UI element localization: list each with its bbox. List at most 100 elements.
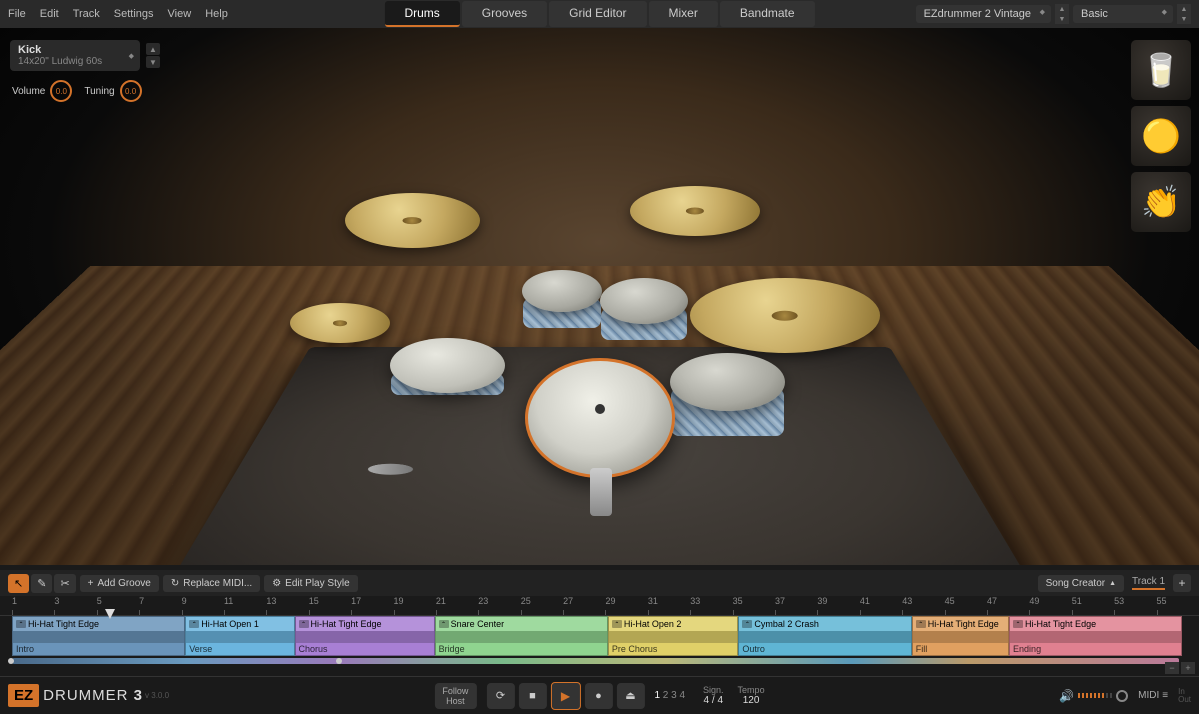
- kick-pedal[interactable]: [590, 468, 612, 516]
- pencil-icon: ✎: [37, 577, 46, 590]
- hi-hat[interactable]: [290, 303, 390, 343]
- master-volume[interactable]: 🔊: [1059, 689, 1128, 703]
- instrument-next-button[interactable]: ▼: [146, 56, 160, 68]
- snare-drum[interactable]: [390, 338, 505, 393]
- tuning-knob[interactable]: 0.0: [120, 80, 142, 102]
- clip-section: Fill: [913, 643, 1008, 655]
- ruler-tick: 29: [605, 596, 647, 615]
- ruler-tick: 47: [987, 596, 1029, 615]
- tempo[interactable]: Tempo 120: [738, 685, 765, 706]
- timeline-ruler[interactable]: 1357911131517192123252729313335373941434…: [0, 596, 1199, 616]
- menu-edit[interactable]: Edit: [40, 8, 59, 20]
- clip-name: Cymbal 2 Crash: [754, 619, 819, 629]
- clip-pre-chorus[interactable]: ⌃Hi-Hat Open 2Pre Chorus: [608, 616, 739, 656]
- clip-name: Hi-Hat Open 1: [201, 619, 259, 629]
- crash-cymbal-2[interactable]: [630, 186, 760, 236]
- pencil-tool[interactable]: ✎: [31, 574, 52, 593]
- edit-play-style-button[interactable]: ⚙Edit Play Style: [264, 575, 357, 592]
- clip-expand-icon: ⌃: [1013, 620, 1023, 628]
- menu-file[interactable]: File: [8, 8, 26, 20]
- clip-midi: [609, 631, 738, 643]
- zoom-in-button[interactable]: +: [1181, 662, 1195, 674]
- instrument-name: Kick: [18, 44, 116, 56]
- minimap-handle-start[interactable]: [8, 658, 14, 664]
- minimap-bar: [12, 658, 1179, 664]
- menu-view[interactable]: View: [168, 8, 192, 20]
- plus-icon: +: [88, 578, 94, 589]
- library-prev-button[interactable]: ▲: [1055, 4, 1069, 14]
- menu-settings[interactable]: Settings: [114, 8, 154, 20]
- scissors-tool[interactable]: ✂: [54, 574, 75, 593]
- preset-dropdown[interactable]: Basic: [1073, 5, 1173, 23]
- tab-grid-editor[interactable]: Grid Editor: [549, 1, 646, 27]
- record-icon: ●: [595, 690, 602, 702]
- ruler-tick: 27: [563, 596, 605, 615]
- ride-cymbal[interactable]: [690, 278, 880, 353]
- page-indicator[interactable]: 1 2 3 4: [654, 690, 685, 701]
- loop-icon: ⟳: [496, 689, 505, 702]
- minimap-handle-end[interactable]: [336, 658, 342, 664]
- clip-chorus[interactable]: ⌃Hi-Hat Tight EdgeChorus: [295, 616, 435, 656]
- tab-mixer[interactable]: Mixer: [649, 1, 718, 27]
- record-button[interactable]: ●: [584, 683, 612, 709]
- clip-verse[interactable]: ⌃Hi-Hat Open 1Verse: [185, 616, 294, 656]
- time-signature[interactable]: Sign. 4 / 4: [703, 685, 724, 706]
- kick-drum[interactable]: [525, 358, 675, 478]
- transport-bar: EZ DRUMMER 3 v 3.0.0 FollowHost ⟳ ■ ▶ ● …: [0, 676, 1199, 714]
- track-name[interactable]: Track 1: [1132, 576, 1165, 590]
- floor-tom[interactable]: [670, 353, 785, 411]
- midi-button[interactable]: MIDI≡: [1138, 690, 1168, 701]
- clip-midi: [436, 631, 607, 643]
- add-track-button[interactable]: +: [1173, 574, 1191, 592]
- instrument-dropdown[interactable]: Kick 14x20" Ludwig 60s: [10, 40, 140, 71]
- metronome-button[interactable]: ⏏: [616, 683, 644, 709]
- menu-track[interactable]: Track: [73, 8, 100, 20]
- shaker-button[interactable]: 🥛: [1131, 40, 1191, 100]
- clip-section: Pre Chorus: [609, 643, 738, 655]
- stop-button[interactable]: ■: [518, 683, 546, 709]
- track-toolbar: ↖ ✎ ✂ +Add Groove ↻Replace MIDI... ⚙Edit…: [0, 570, 1199, 596]
- rack-tom-1[interactable]: [522, 270, 602, 312]
- volume-knob[interactable]: 0.0: [50, 80, 72, 102]
- loop-button[interactable]: ⟳: [486, 683, 514, 709]
- clip-bridge[interactable]: ⌃Snare CenterBridge: [435, 616, 608, 656]
- clip-fill[interactable]: ⌃Hi-Hat Tight EdgeFill: [912, 616, 1009, 656]
- zoom-out-button[interactable]: −: [1165, 662, 1179, 674]
- library-next-button[interactable]: ▼: [1055, 14, 1069, 24]
- crash-cymbal-1[interactable]: [345, 193, 480, 248]
- song-creator-button[interactable]: Song Creator▲: [1038, 575, 1124, 592]
- tuning-label: Tuning: [84, 86, 114, 97]
- preset-prev-button[interactable]: ▲: [1177, 4, 1191, 14]
- clip-intro[interactable]: ⌃Hi-Hat Tight EdgeIntro: [12, 616, 185, 656]
- clip-ending[interactable]: ⌃Hi-Hat Tight EdgeEnding: [1009, 616, 1182, 656]
- hihat-pedal[interactable]: [366, 464, 413, 475]
- library-dropdown[interactable]: EZdrummer 2 Vintage: [916, 5, 1051, 23]
- add-groove-button[interactable]: +Add Groove: [80, 575, 159, 592]
- ruler-tick: 5: [97, 596, 139, 615]
- tab-drums[interactable]: Drums: [384, 1, 459, 27]
- clip-name: Hi-Hat Open 2: [624, 619, 682, 629]
- clip-midi: [1010, 631, 1181, 643]
- clip-expand-icon: ⌃: [916, 620, 926, 628]
- menu-help[interactable]: Help: [205, 8, 228, 20]
- ruler-tick: 39: [817, 596, 859, 615]
- preset-next-button[interactable]: ▼: [1177, 14, 1191, 24]
- replace-midi-button[interactable]: ↻Replace MIDI...: [163, 575, 260, 592]
- tab-grooves[interactable]: Grooves: [462, 1, 547, 27]
- clip-expand-icon: ⌃: [439, 620, 449, 628]
- clap-button[interactable]: 👏: [1131, 172, 1191, 232]
- product-logo: EZ DRUMMER 3: [8, 684, 143, 707]
- main-menu: File Edit Track Settings View Help: [8, 8, 228, 20]
- tab-bandmate[interactable]: Bandmate: [720, 1, 815, 27]
- gear-icon: ⚙: [272, 578, 281, 589]
- ruler-tick: 7: [139, 596, 181, 615]
- pointer-tool[interactable]: ↖: [8, 574, 29, 593]
- clip-outro[interactable]: ⌃Cymbal 2 CrashOutro: [738, 616, 911, 656]
- rack-tom-2[interactable]: [600, 278, 688, 324]
- tambourine-button[interactable]: 🟡: [1131, 106, 1191, 166]
- minimap[interactable]: [0, 656, 1199, 668]
- percussion-panel: 🥛 🟡 👏: [1131, 40, 1191, 232]
- follow-host-button[interactable]: FollowHost: [434, 683, 476, 709]
- play-button[interactable]: ▶: [550, 682, 580, 710]
- instrument-prev-button[interactable]: ▲: [146, 43, 160, 55]
